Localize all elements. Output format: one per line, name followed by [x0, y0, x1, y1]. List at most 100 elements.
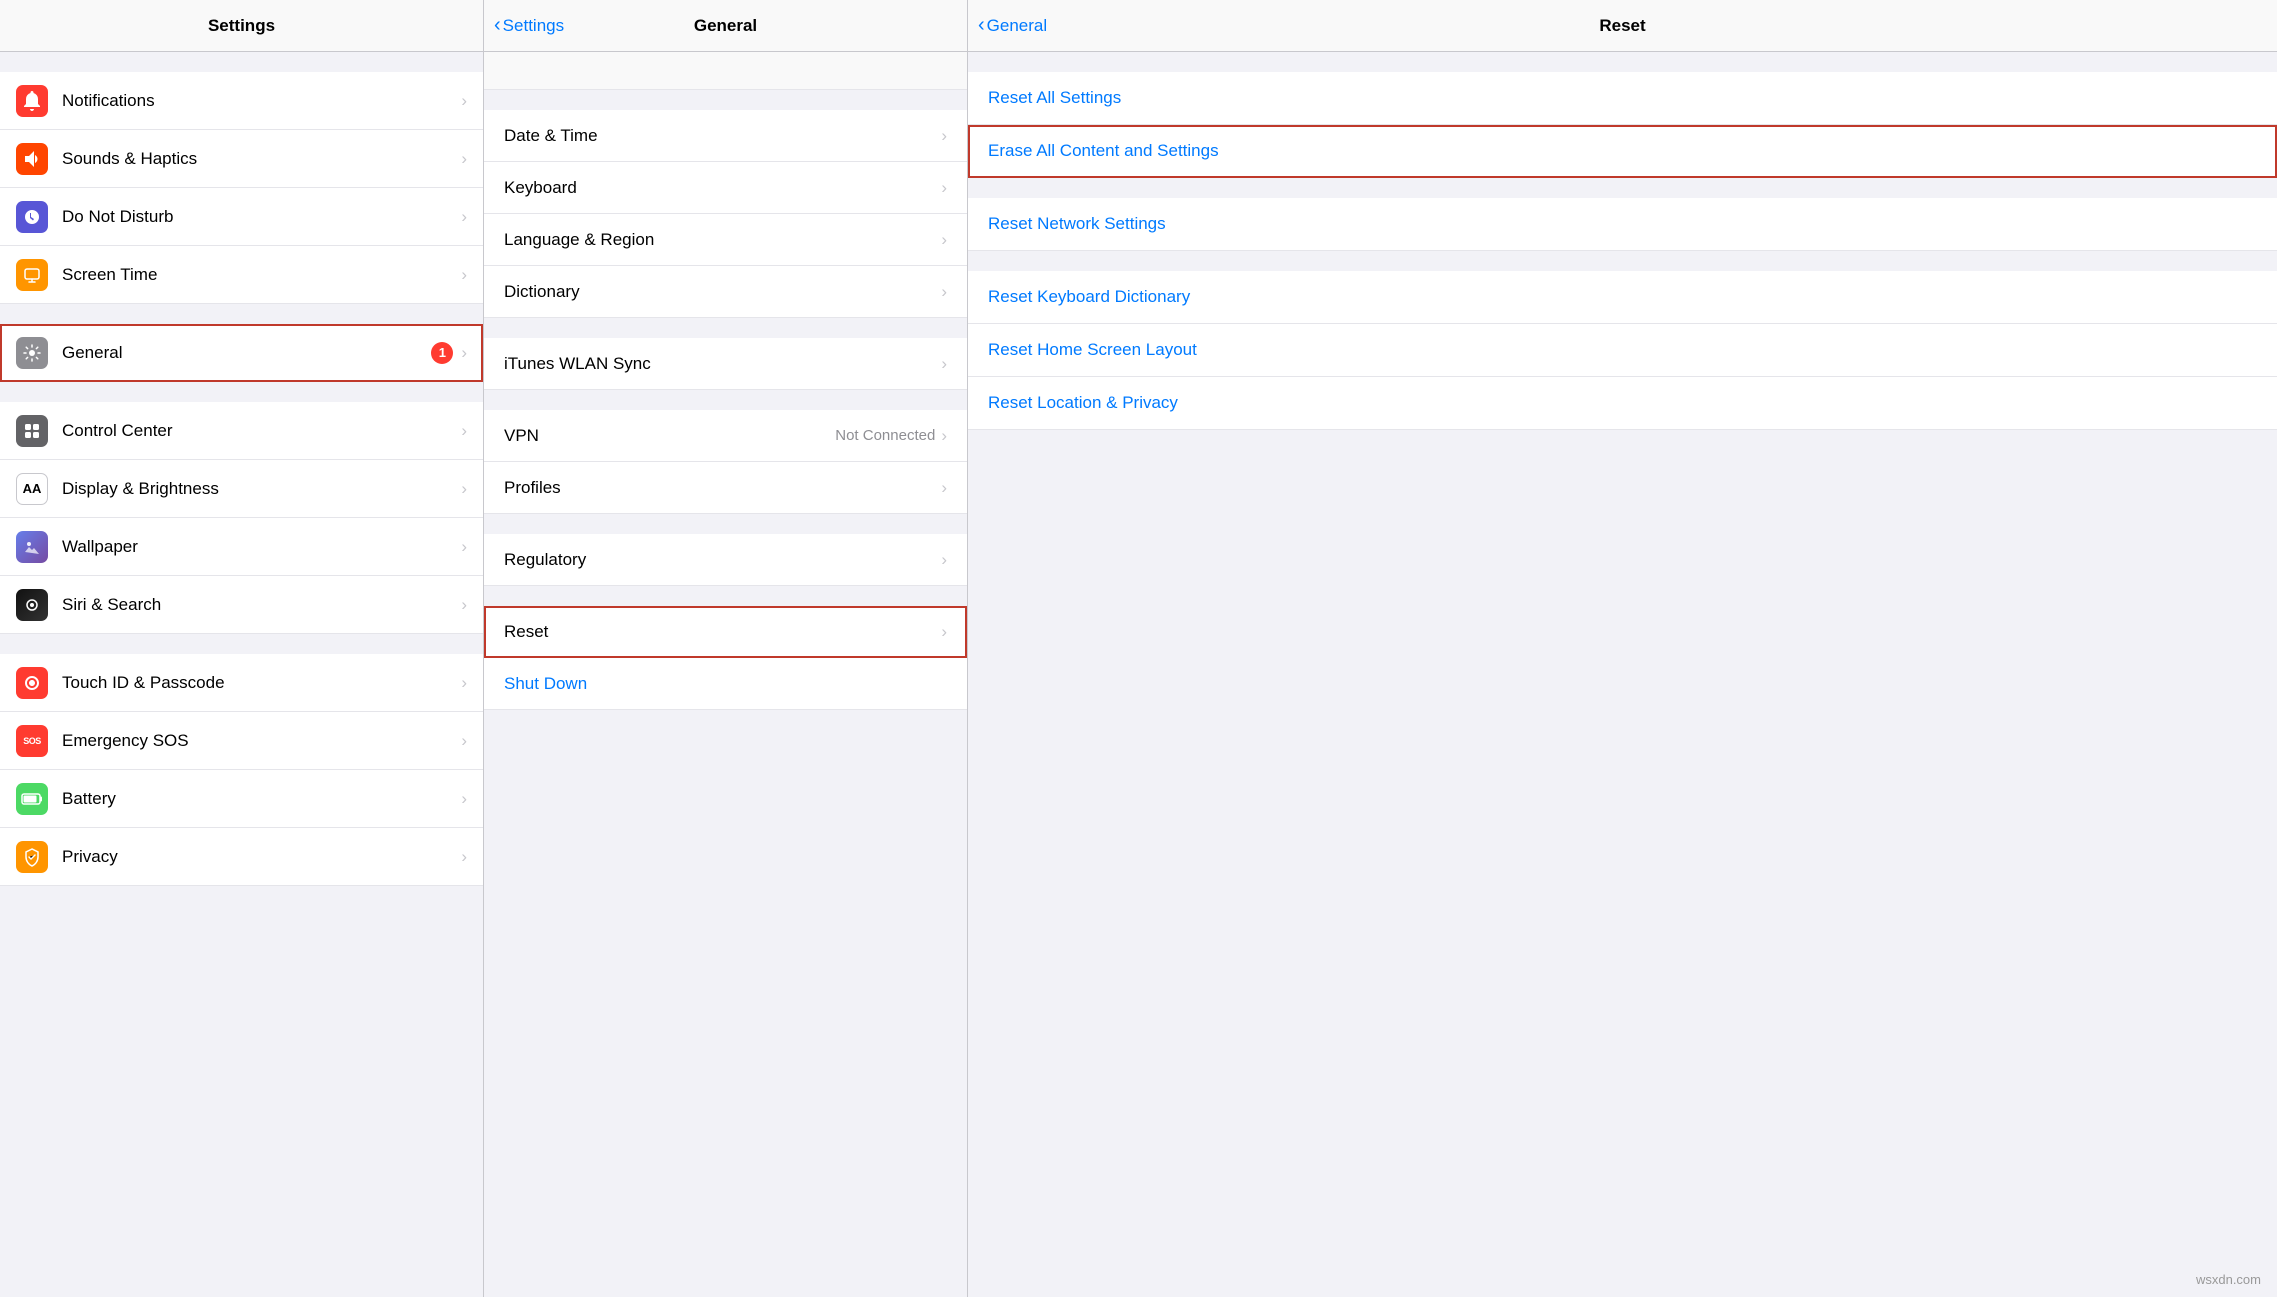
- settings-label-donotdisturb: Do Not Disturb: [62, 207, 461, 227]
- chevron-displaybrightness: ›: [461, 479, 467, 499]
- settings-label-emergencysos: Emergency SOS: [62, 731, 461, 751]
- reset-item-resetkeyboard[interactable]: Reset Keyboard Dictionary: [968, 271, 2277, 324]
- general-chevron-profiles: ›: [941, 478, 947, 498]
- general-list: Date & Time›Keyboard›Language & Region›D…: [484, 90, 967, 1297]
- chevron-sounds: ›: [461, 149, 467, 169]
- general-item-ituneswlan[interactable]: iTunes WLAN Sync›: [484, 338, 967, 390]
- reset-back-label: General: [987, 16, 1047, 36]
- settings-label-notifications: Notifications: [62, 91, 461, 111]
- displaybrightness-icon: AA: [16, 473, 48, 505]
- general-item-dictionary[interactable]: Dictionary›: [484, 266, 967, 318]
- general-back-button[interactable]: ‹ Settings: [494, 14, 564, 37]
- general-item-language[interactable]: Language & Region›: [484, 214, 967, 266]
- general-column: ‹ Settings General Date & Time›Keyboard›…: [484, 0, 968, 1297]
- reset-label-resetnetwork: Reset Network Settings: [988, 214, 1166, 234]
- general-label-language: Language & Region: [504, 230, 941, 250]
- settings-item-screentime[interactable]: Screen Time›: [0, 246, 483, 304]
- settings-label-touchid: Touch ID & Passcode: [62, 673, 461, 693]
- settings-item-emergencysos[interactable]: SOS Emergency SOS›: [0, 712, 483, 770]
- reset-item-resetall[interactable]: Reset All Settings: [968, 72, 2277, 125]
- chevron-general: ›: [461, 343, 467, 363]
- general-chevron-dictionary: ›: [941, 282, 947, 302]
- general-item-profiles[interactable]: Profiles›: [484, 462, 967, 514]
- controlcenter-icon: [16, 415, 48, 447]
- settings-list: Notifications›Sounds & Haptics›Do Not Di…: [0, 52, 483, 1297]
- general-item-reset[interactable]: Reset›: [484, 606, 967, 658]
- reset-item-resethome[interactable]: Reset Home Screen Layout: [968, 324, 2277, 377]
- general-divider-2: [484, 390, 967, 410]
- settings-item-touchid[interactable]: Touch ID & Passcode›: [0, 654, 483, 712]
- reset-label-resetlocation: Reset Location & Privacy: [988, 393, 1178, 413]
- settings-item-battery[interactable]: Battery›: [0, 770, 483, 828]
- general-item-shutdown[interactable]: Shut Down: [484, 658, 967, 710]
- general-item-keyboard[interactable]: Keyboard›: [484, 162, 967, 214]
- privacy-icon: [16, 841, 48, 873]
- settings-item-controlcenter[interactable]: Control Center›: [0, 402, 483, 460]
- general-label-ituneswlan: iTunes WLAN Sync: [504, 354, 941, 374]
- reset-label-resetall: Reset All Settings: [988, 88, 1121, 108]
- general-chevron-reset: ›: [941, 622, 947, 642]
- settings-item-donotdisturb[interactable]: Do Not Disturb›: [0, 188, 483, 246]
- watermark: wsxdn.com: [2196, 1272, 2261, 1287]
- back-chevron-icon: ‹: [494, 14, 501, 37]
- chevron-privacy: ›: [461, 847, 467, 867]
- settings-column: Settings Notifications›Sounds & Haptics›…: [0, 0, 484, 1297]
- general-chevron-vpn: ›: [941, 426, 947, 446]
- settings-item-sounds[interactable]: Sounds & Haptics›: [0, 130, 483, 188]
- wallpaper-icon: [16, 531, 48, 563]
- general-item-regulatory[interactable]: Regulatory›: [484, 534, 967, 586]
- general-icon: [16, 337, 48, 369]
- chevron-screentime: ›: [461, 265, 467, 285]
- chevron-battery: ›: [461, 789, 467, 809]
- badge-general: 1: [431, 342, 453, 364]
- reset-item-eraseall[interactable]: Erase All Content and Settings: [968, 125, 2277, 178]
- settings-label-siri: Siri & Search: [62, 595, 461, 615]
- settings-item-siri[interactable]: Siri & Search›: [0, 576, 483, 634]
- settings-divider-0: [0, 52, 483, 72]
- settings-item-displaybrightness[interactable]: AADisplay & Brightness›: [0, 460, 483, 518]
- reset-label-resetkeyboard: Reset Keyboard Dictionary: [988, 287, 1190, 307]
- settings-item-wallpaper[interactable]: Wallpaper›: [0, 518, 483, 576]
- touchid-icon: [16, 667, 48, 699]
- general-chevron-datetime: ›: [941, 126, 947, 146]
- general-title: General: [694, 16, 757, 36]
- siri-icon: [16, 589, 48, 621]
- chevron-emergencysos: ›: [461, 731, 467, 751]
- settings-item-general[interactable]: General1›: [0, 324, 483, 382]
- chevron-wallpaper: ›: [461, 537, 467, 557]
- settings-divider-1: [0, 304, 483, 324]
- back-chevron-icon-2: ‹: [978, 14, 985, 37]
- general-divider-1: [484, 318, 967, 338]
- chevron-notifications: ›: [461, 91, 467, 111]
- reset-label-eraseall: Erase All Content and Settings: [988, 141, 1219, 161]
- general-item-vpn[interactable]: VPNNot Connected›: [484, 410, 967, 462]
- donotdisturb-icon: [16, 201, 48, 233]
- general-label-profiles: Profiles: [504, 478, 941, 498]
- screentime-icon: [16, 259, 48, 291]
- general-label-keyboard: Keyboard: [504, 178, 941, 198]
- reset-back-button[interactable]: ‹ General: [978, 14, 1047, 37]
- general-item-datetime[interactable]: Date & Time›: [484, 110, 967, 162]
- general-chevron-language: ›: [941, 230, 947, 250]
- general-header: ‹ Settings General: [484, 0, 967, 52]
- reset-divider-2: [968, 178, 2277, 198]
- settings-label-controlcenter: Control Center: [62, 421, 461, 441]
- chevron-controlcenter: ›: [461, 421, 467, 441]
- reset-title: Reset: [1599, 16, 1645, 36]
- settings-divider-2: [0, 382, 483, 402]
- reset-column: ‹ General Reset Reset All Settings Erase …: [968, 0, 2277, 1297]
- general-back-label: Settings: [503, 16, 564, 36]
- general-chevron-keyboard: ›: [941, 178, 947, 198]
- general-label-datetime: Date & Time: [504, 126, 941, 146]
- settings-item-privacy[interactable]: Privacy›: [0, 828, 483, 886]
- reset-header: ‹ General Reset: [968, 0, 2277, 52]
- general-divider-0: [484, 90, 967, 110]
- chevron-donotdisturb: ›: [461, 207, 467, 227]
- settings-label-battery: Battery: [62, 789, 461, 809]
- reset-item-resetnetwork[interactable]: Reset Network Settings: [968, 198, 2277, 251]
- general-chevron-ituneswlan: ›: [941, 354, 947, 374]
- reset-item-resetlocation[interactable]: Reset Location & Privacy: [968, 377, 2277, 430]
- emergencysos-icon: SOS: [16, 725, 48, 757]
- general-label-reset: Reset: [504, 622, 941, 642]
- settings-item-notifications[interactable]: Notifications›: [0, 72, 483, 130]
